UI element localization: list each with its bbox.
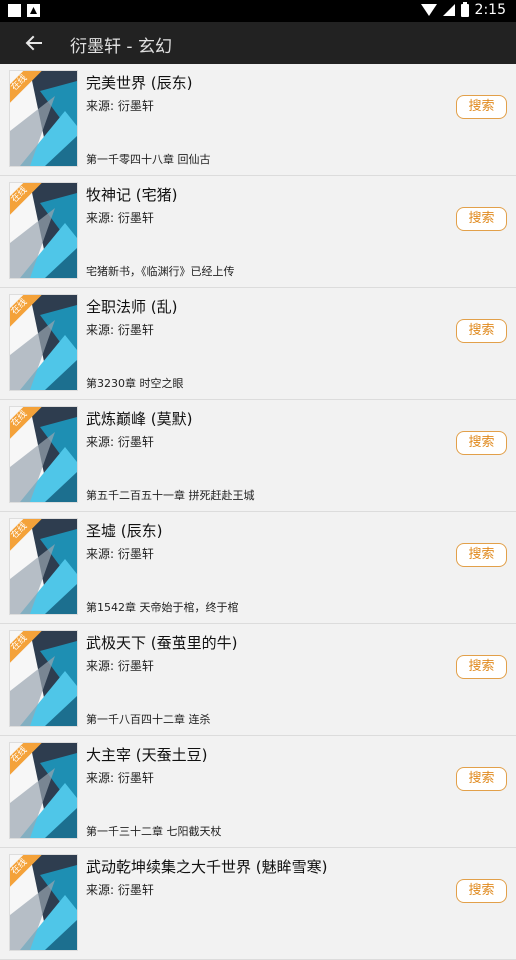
book-list-item[interactable]: 在线 武炼巅峰 (莫默) 来源: 衍墨轩 第五千二百五十一章 拼死赶赴王城 搜索 [0, 400, 516, 512]
status-bar: 2:15 [0, 0, 516, 22]
book-title: 大主宰 (天蚕土豆) [86, 746, 208, 764]
latest-chapter: 第一千三十二章 七阳截天杖 [86, 825, 222, 838]
book-source: 来源: 衍墨轩 [86, 323, 154, 337]
book-title: 全职法师 (乱) [86, 298, 178, 316]
book-list-item[interactable]: 在线 全职法师 (乱) 来源: 衍墨轩 第3230章 时空之眼 搜索 [0, 288, 516, 400]
status-time: 2:15 [474, 2, 506, 18]
arrow-left-icon [25, 35, 42, 51]
battery-icon [460, 1, 469, 17]
book-list-item[interactable]: 在线 武动乾坤续集之大千世界 (魅眸雪寒) 来源: 衍墨轩 搜索 [0, 848, 516, 960]
latest-chapter: 第一千零四十八章 回仙古 [86, 153, 211, 166]
book-list-item[interactable]: 在线 武极天下 (蚕茧里的牛) 来源: 衍墨轩 第一千八百四十二章 连杀 搜索 [0, 624, 516, 736]
book-list-item[interactable]: 在线 大主宰 (天蚕土豆) 来源: 衍墨轩 第一千三十二章 七阳截天杖 搜索 [0, 736, 516, 848]
book-title: 武极天下 (蚕茧里的牛) [86, 634, 238, 652]
app-notification-icon [27, 4, 40, 17]
book-title: 圣墟 (辰东) [86, 522, 163, 540]
book-source: 来源: 衍墨轩 [86, 771, 154, 785]
book-source: 来源: 衍墨轩 [86, 547, 154, 561]
book-title: 牧神记 (宅猪) [86, 186, 178, 204]
book-title: 武动乾坤续集之大千世界 (魅眸雪寒) [86, 858, 328, 876]
search-button[interactable]: 搜索 [456, 431, 507, 455]
book-cover: 在线 [9, 518, 78, 615]
wifi-icon [420, 4, 437, 16]
search-button[interactable]: 搜索 [456, 95, 507, 119]
book-source: 来源: 衍墨轩 [86, 99, 154, 113]
page-title: 衍墨轩 - 玄幻 [70, 37, 172, 57]
latest-chapter: 第1542章 天帝始于棺，终于棺 [86, 601, 239, 614]
search-button[interactable]: 搜索 [456, 319, 507, 343]
book-list-item[interactable]: 在线 牧神记 (宅猪) 来源: 衍墨轩 宅猪新书，《临渊行》已经上传 搜索 [0, 176, 516, 288]
book-title: 完美世界 (辰东) [86, 74, 193, 92]
book-source: 来源: 衍墨轩 [86, 211, 154, 225]
signal-icon [442, 4, 455, 16]
book-source: 来源: 衍墨轩 [86, 883, 154, 897]
book-cover: 在线 [9, 406, 78, 503]
book-title: 武炼巅峰 (莫默) [86, 410, 193, 428]
book-cover: 在线 [9, 630, 78, 727]
book-cover: 在线 [9, 70, 78, 167]
latest-chapter: 第3230章 时空之眼 [86, 377, 184, 390]
app-bar: 衍墨轩 - 玄幻 [0, 22, 516, 64]
latest-chapter: 第五千二百五十一章 拼死赶赴王城 [86, 489, 255, 502]
latest-chapter: 宅猪新书，《临渊行》已经上传 [86, 265, 235, 278]
book-source: 来源: 衍墨轩 [86, 435, 154, 449]
book-cover: 在线 [9, 182, 78, 279]
latest-chapter: 第一千八百四十二章 连杀 [86, 713, 211, 726]
search-button[interactable]: 搜索 [456, 207, 507, 231]
notification-icon [8, 4, 21, 17]
back-button[interactable] [20, 30, 48, 56]
search-button[interactable]: 搜索 [456, 767, 507, 791]
search-button[interactable]: 搜索 [456, 543, 507, 567]
book-cover: 在线 [9, 854, 78, 951]
book-list-item[interactable]: 在线 完美世界 (辰东) 来源: 衍墨轩 第一千零四十八章 回仙古 搜索 [0, 64, 516, 176]
book-list-item[interactable]: 在线 圣墟 (辰东) 来源: 衍墨轩 第1542章 天帝始于棺，终于棺 搜索 [0, 512, 516, 624]
book-source: 来源: 衍墨轩 [86, 659, 154, 673]
search-button[interactable]: 搜索 [456, 879, 507, 903]
search-button[interactable]: 搜索 [456, 655, 507, 679]
book-cover: 在线 [9, 294, 78, 391]
book-cover: 在线 [9, 742, 78, 839]
book-list: 在线 完美世界 (辰东) 来源: 衍墨轩 第一千零四十八章 回仙古 搜索 在线 … [0, 64, 516, 960]
